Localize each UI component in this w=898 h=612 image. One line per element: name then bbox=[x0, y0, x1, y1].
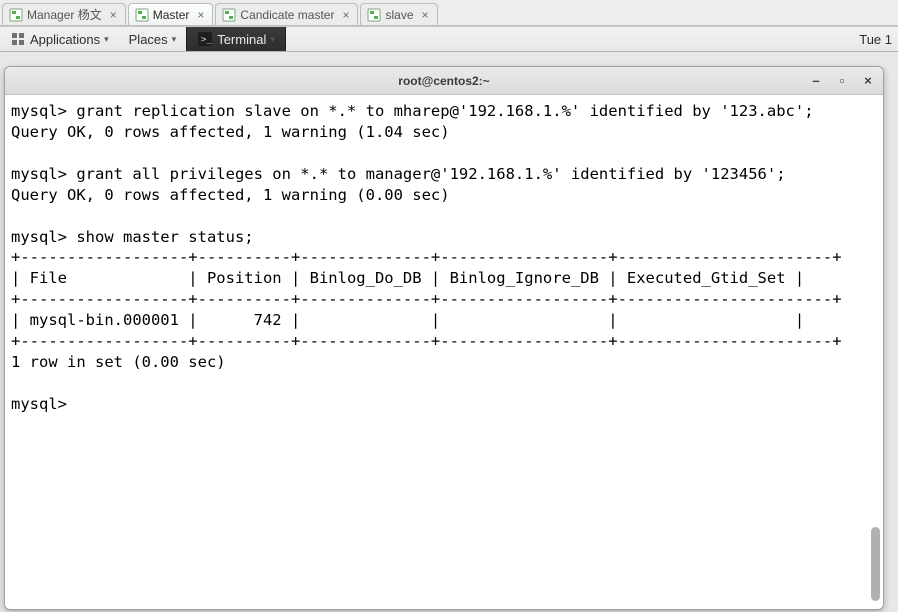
panel-terminal[interactable]: >_ Terminal ▾ bbox=[186, 27, 286, 51]
terminal-tab-icon bbox=[135, 8, 149, 22]
applications-icon bbox=[10, 31, 26, 47]
terminal-window: root@centos2:~ – ▫ × mysql> grant replic… bbox=[4, 66, 884, 610]
window-controls: – ▫ × bbox=[807, 71, 877, 89]
panel-clock[interactable]: Tue 1 bbox=[853, 32, 898, 47]
close-icon[interactable]: × bbox=[197, 9, 204, 21]
panel-label: Places bbox=[129, 32, 168, 47]
terminal-titlebar[interactable]: root@centos2:~ – ▫ × bbox=[5, 67, 883, 95]
close-icon[interactable]: × bbox=[342, 9, 349, 21]
close-icon[interactable]: × bbox=[422, 9, 429, 21]
svg-text:>_: >_ bbox=[201, 35, 212, 45]
maximize-icon[interactable]: ▫ bbox=[833, 71, 851, 89]
minimize-icon[interactable]: – bbox=[807, 71, 825, 89]
terminal-output: mysql> grant replication slave on *.* to… bbox=[11, 102, 842, 413]
tab-master[interactable]: Master × bbox=[128, 3, 214, 25]
panel-applications[interactable]: Applications ▾ bbox=[0, 27, 119, 51]
tab-label: Candicate master bbox=[240, 8, 334, 22]
tab-manager[interactable]: Manager 杨文 × bbox=[2, 3, 126, 25]
workspace: root@centos2:~ – ▫ × mysql> grant replic… bbox=[0, 52, 898, 612]
chevron-down-icon: ▾ bbox=[172, 34, 177, 45]
chevron-down-icon: ▾ bbox=[104, 34, 109, 45]
gnome-top-panel: Applications ▾ Places ▾ >_ Terminal ▾ Tu… bbox=[0, 26, 898, 52]
terminal-body[interactable]: mysql> grant replication slave on *.* to… bbox=[5, 95, 883, 609]
scrollbar-thumb[interactable] bbox=[871, 527, 880, 601]
tab-label: Manager 杨文 bbox=[27, 6, 102, 23]
tab-label: Master bbox=[153, 8, 190, 22]
terminal-tab-icon bbox=[222, 8, 236, 22]
tab-label: slave bbox=[385, 8, 413, 22]
close-icon[interactable]: × bbox=[859, 71, 877, 89]
panel-label: Terminal bbox=[217, 32, 266, 47]
tab-candidate-master[interactable]: Candicate master × bbox=[215, 3, 358, 25]
tab-slave[interactable]: slave × bbox=[360, 3, 437, 25]
panel-places[interactable]: Places ▾ bbox=[119, 27, 187, 51]
close-icon[interactable]: × bbox=[110, 9, 117, 21]
terminal-icon: >_ bbox=[197, 31, 213, 47]
terminal-tab-icon bbox=[367, 8, 381, 22]
window-title: root@centos2:~ bbox=[398, 74, 489, 88]
chevron-down-icon: ▾ bbox=[270, 34, 275, 45]
editor-tabs: Manager 杨文 × Master × Candicate master ×… bbox=[0, 0, 898, 26]
terminal-tab-icon bbox=[9, 8, 23, 22]
panel-label: Applications bbox=[30, 32, 100, 47]
scrollbar-track[interactable] bbox=[874, 99, 881, 605]
